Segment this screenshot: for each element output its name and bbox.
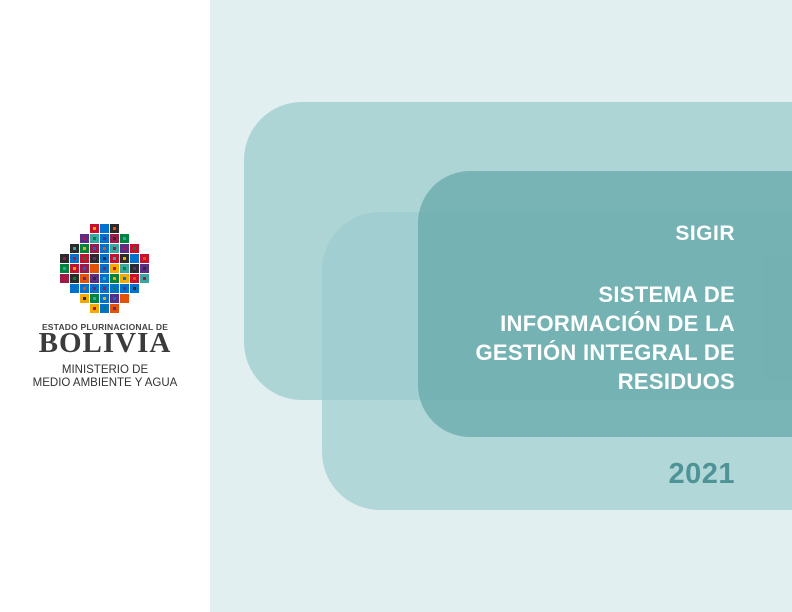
bolivia-emblem-icon (60, 224, 149, 313)
country-name: BOLIVIA (38, 327, 172, 359)
ministry-line-1: MINISTERIO DE (61, 364, 149, 376)
ministry-name: MINISTERIO DE MEDIO AMBIENTE Y AGUA (0, 364, 210, 390)
title-line-3: GESTIÓN INTEGRAL DE (475, 340, 735, 365)
title-line-2: INFORMACIÓN DE LA (500, 311, 735, 336)
logo-panel: ESTADO PLURINACIONAL DE BOLIVIA MINISTER… (0, 0, 210, 612)
title-line-1: SISTEMA DE (598, 282, 735, 307)
ministry-line-2: MEDIO AMBIENTE Y AGUA (32, 377, 178, 389)
cover-panel: SIGIR SISTEMA DE INFORMACIÓN DE LA GESTI… (210, 0, 792, 612)
report-year: 2021 (668, 458, 735, 490)
system-acronym: SIGIR (675, 222, 735, 245)
title-line-4: RESIDUOS (617, 369, 735, 394)
system-title: SISTEMA DE INFORMACIÓN DE LA GESTIÓN INT… (475, 280, 735, 396)
